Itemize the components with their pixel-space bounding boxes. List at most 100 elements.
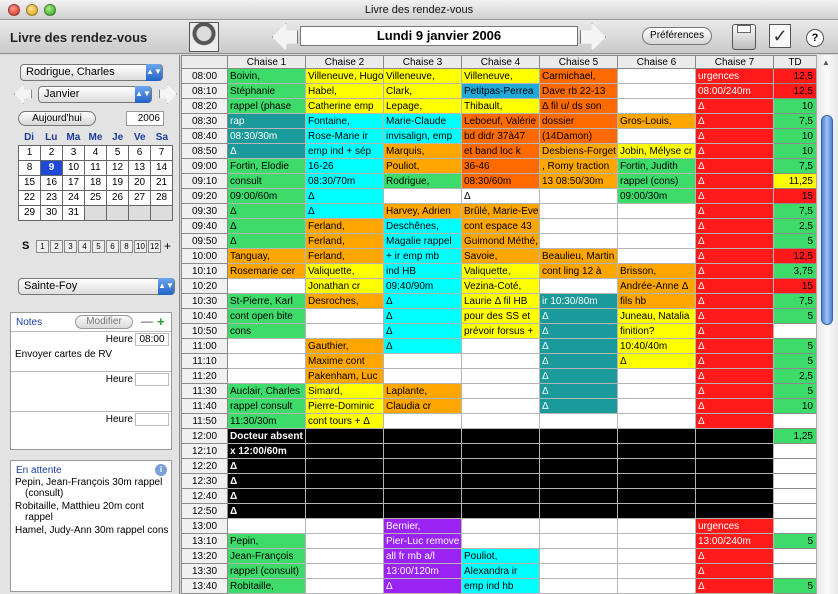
- appointment-cell[interactable]: [461, 518, 540, 534]
- appointment-cell[interactable]: cont ling 12 à: [539, 263, 618, 279]
- appointment-cell[interactable]: [617, 473, 696, 489]
- appointment-cell[interactable]: [617, 458, 696, 474]
- calendar-day[interactable]: 2: [41, 146, 62, 160]
- appointment-cell[interactable]: Δ: [227, 458, 306, 474]
- appointment-cell[interactable]: Δ: [227, 233, 306, 249]
- appointment-cell[interactable]: Δ: [227, 143, 306, 159]
- appointment-cell[interactable]: [539, 203, 618, 219]
- appointment-cell[interactable]: Guimond Méthé,: [461, 233, 540, 249]
- add-note-icon[interactable]: +: [157, 314, 165, 329]
- appointment-cell[interactable]: Δ: [383, 323, 462, 339]
- appointment-cell[interactable]: 13 08:50/30m: [539, 173, 618, 189]
- appointment-cell[interactable]: Jonathan cr: [305, 278, 384, 294]
- calendar-day[interactable]: 7: [151, 146, 172, 160]
- appointment-cell[interactable]: [539, 533, 618, 549]
- appointment-cell[interactable]: Δ: [539, 308, 618, 324]
- appointment-cell[interactable]: Δ: [461, 188, 540, 204]
- appointment-cell[interactable]: Ferland,: [305, 218, 384, 234]
- appointment-cell[interactable]: [617, 248, 696, 264]
- appointment-cell[interactable]: [539, 428, 618, 444]
- note-entry[interactable]: Heure: [11, 371, 171, 411]
- previous-month-arrow-icon[interactable]: [14, 84, 32, 104]
- td-value-cell[interactable]: [773, 488, 816, 504]
- minimize-window-button[interactable]: [26, 4, 38, 16]
- appointment-cell[interactable]: Δ: [305, 188, 384, 204]
- appointment-cell[interactable]: [539, 458, 618, 474]
- appointment-cell[interactable]: Δ: [695, 398, 774, 414]
- column-header[interactable]: Chaise 1: [227, 55, 306, 69]
- td-value-cell[interactable]: 10: [773, 398, 816, 414]
- appointment-cell[interactable]: Δ: [695, 263, 774, 279]
- appointment-cell[interactable]: [227, 368, 306, 384]
- appointment-cell[interactable]: Andrée-Anne Δ: [617, 278, 696, 294]
- previous-day-arrow-icon[interactable]: [272, 23, 298, 51]
- appointment-cell[interactable]: [461, 473, 540, 489]
- appointment-cell[interactable]: Bernier,: [383, 518, 462, 534]
- week-button[interactable]: 5: [92, 240, 105, 253]
- week-button[interactable]: 10: [134, 240, 147, 253]
- checklist-icon[interactable]: ✓: [769, 24, 791, 48]
- appointment-cell[interactable]: Ferland,: [305, 248, 384, 264]
- appointment-cell[interactable]: [461, 428, 540, 444]
- appointment-cell[interactable]: [305, 308, 384, 324]
- appointment-cell[interactable]: Δ: [695, 113, 774, 129]
- appointment-cell[interactable]: [461, 458, 540, 474]
- appointment-cell[interactable]: finition?: [617, 323, 696, 339]
- appointment-cell[interactable]: Deschênes,: [383, 218, 462, 234]
- appointment-cell[interactable]: [539, 578, 618, 594]
- appointment-cell[interactable]: Desbiens-Forget: [539, 143, 618, 159]
- appointment-cell[interactable]: Rosemarie cer: [227, 263, 306, 279]
- appointment-cell[interactable]: Stéphanie: [227, 83, 306, 99]
- appointment-cell[interactable]: cont tours + Δ: [305, 413, 384, 429]
- appointment-cell[interactable]: consult: [227, 173, 306, 189]
- appointment-cell[interactable]: Δ: [695, 278, 774, 294]
- appointment-cell[interactable]: [617, 563, 696, 579]
- week-button[interactable]: 3: [64, 240, 77, 253]
- appointment-cell[interactable]: x 12:00/60m: [227, 443, 306, 459]
- appointment-cell[interactable]: [305, 518, 384, 534]
- appointment-cell[interactable]: Δ: [695, 383, 774, 399]
- appointment-cell[interactable]: Δ: [383, 293, 462, 309]
- td-value-cell[interactable]: [773, 473, 816, 489]
- appointment-cell[interactable]: Maxime cont: [305, 353, 384, 369]
- appointment-cell[interactable]: [227, 518, 306, 534]
- appointment-cell[interactable]: [539, 443, 618, 459]
- appointment-cell[interactable]: [305, 443, 384, 459]
- appointment-cell[interactable]: Alexandra ir: [461, 563, 540, 579]
- practitioner-select[interactable]: Rodrigue, Charles ▲▼: [20, 64, 163, 81]
- td-value-cell[interactable]: 5: [773, 533, 816, 549]
- calendar-day[interactable]: 14: [151, 161, 172, 175]
- appointment-cell[interactable]: Carmichael,: [539, 68, 618, 84]
- month-select[interactable]: Janvier ▲▼: [38, 86, 152, 103]
- appointment-cell[interactable]: Auclair, Charles: [227, 383, 306, 399]
- calendar-day[interactable]: 5: [107, 146, 128, 160]
- td-value-cell[interactable]: [773, 323, 816, 339]
- appointment-cell[interactable]: Petitpas-Perrea: [461, 83, 540, 99]
- appointment-cell[interactable]: [539, 188, 618, 204]
- scroll-up-arrow-icon[interactable]: ▲: [822, 58, 830, 67]
- calendar-day[interactable]: 6: [129, 146, 150, 160]
- td-value-cell[interactable]: 2,5: [773, 218, 816, 234]
- calendar-day[interactable]: 16: [41, 176, 62, 190]
- appointment-cell[interactable]: [461, 338, 540, 354]
- appointment-cell[interactable]: [383, 353, 462, 369]
- note-hour-field[interactable]: [135, 373, 169, 386]
- calendar-day[interactable]: 1: [19, 146, 40, 160]
- appointment-cell[interactable]: Valiquette,: [461, 263, 540, 279]
- appointment-cell[interactable]: Jobin, Mélyse cr: [617, 143, 696, 159]
- calendar-day[interactable]: 8: [19, 161, 40, 175]
- note-hour-field[interactable]: [135, 413, 169, 426]
- appointment-cell[interactable]: Δ: [695, 413, 774, 429]
- appointment-cell[interactable]: [695, 503, 774, 519]
- calendar-day[interactable]: 31: [63, 206, 84, 220]
- appointment-cell[interactable]: [305, 533, 384, 549]
- appointment-cell[interactable]: Δ: [617, 353, 696, 369]
- appointment-cell[interactable]: [617, 83, 696, 99]
- appointment-cell[interactable]: [461, 368, 540, 384]
- td-value-cell[interactable]: [773, 518, 816, 534]
- appointment-cell[interactable]: Savoie,: [461, 248, 540, 264]
- appointment-cell[interactable]: Pepin,: [227, 533, 306, 549]
- appointment-cell[interactable]: Δ: [695, 173, 774, 189]
- column-header[interactable]: Chaise 6: [617, 55, 696, 69]
- appointment-cell[interactable]: Δ: [227, 218, 306, 234]
